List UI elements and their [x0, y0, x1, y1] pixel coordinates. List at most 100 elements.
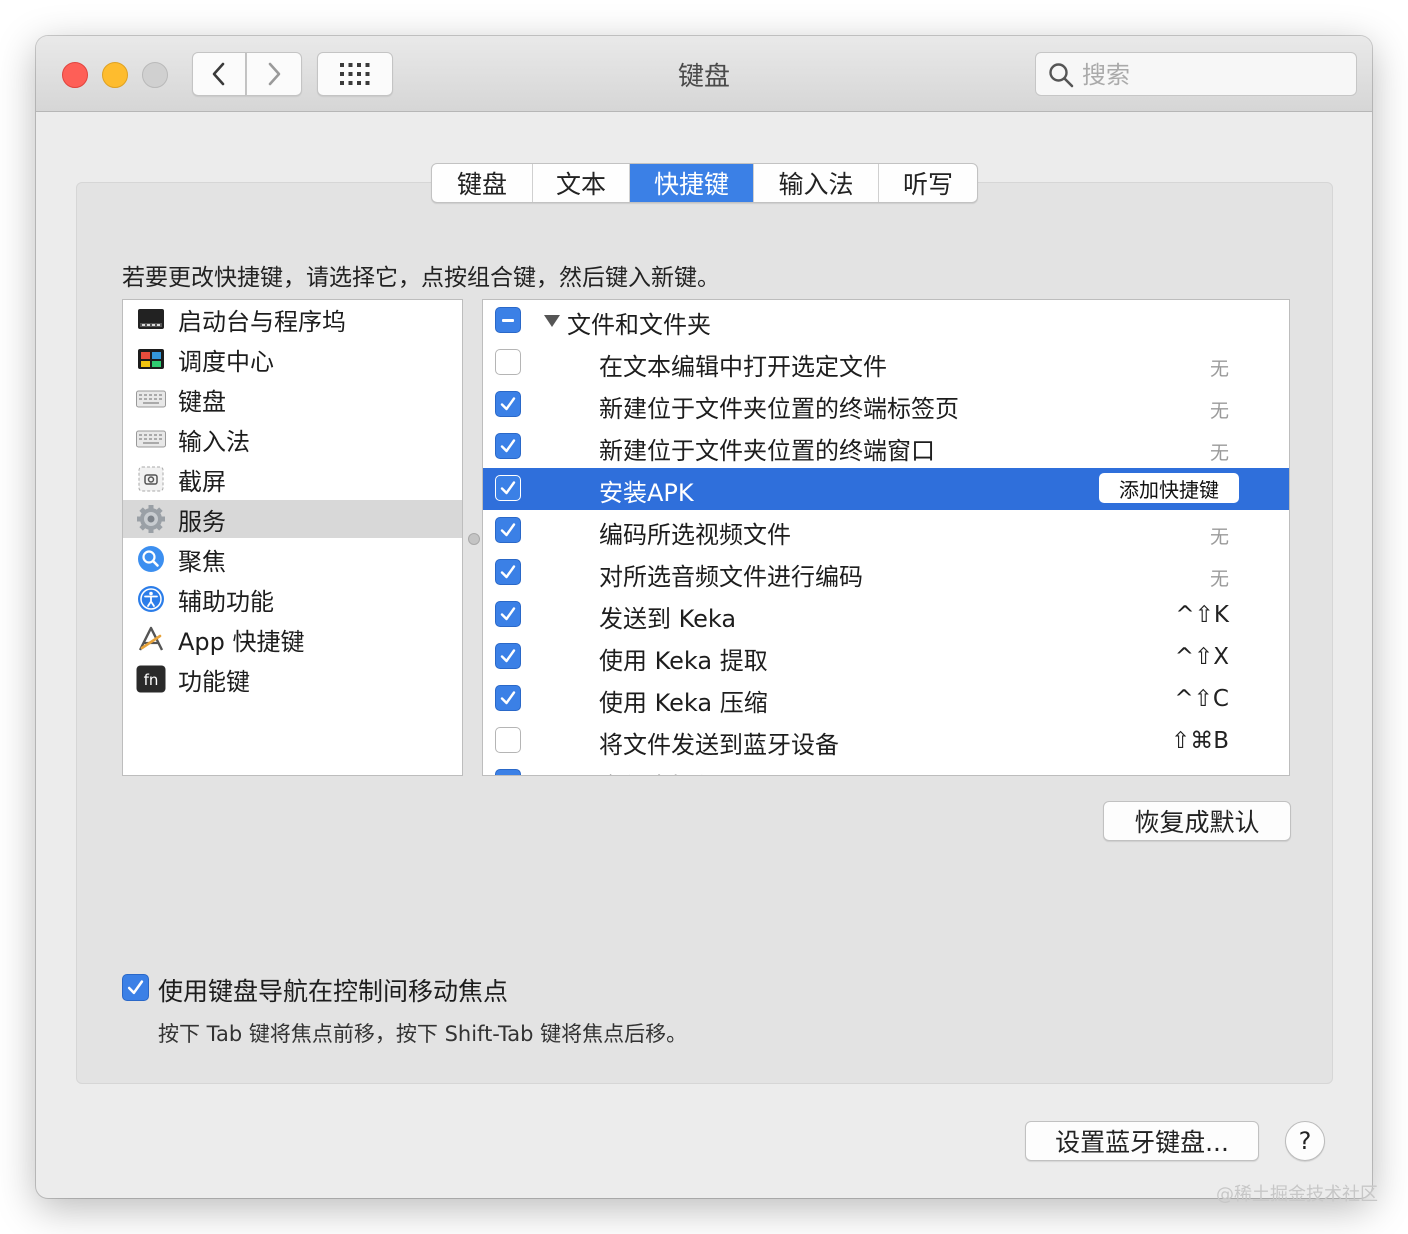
category-item-function-keys[interactable]: fn 功能键 [123, 660, 462, 698]
shortcut-checkbox[interactable] [495, 769, 521, 775]
shortcut-row[interactable]: 文件夹操作设置 [483, 762, 1289, 775]
shortcut-label: 新建位于文件夹位置的终端标签页 [599, 395, 959, 423]
category-item-launchpad[interactable]: 启动台与程序坞 [123, 300, 462, 338]
shortcut-label: 新建位于文件夹位置的终端窗口 [599, 437, 935, 465]
category-label: 输入法 [178, 427, 250, 456]
shortcut-row[interactable]: 发送到 Keka ^⇧K [483, 594, 1289, 636]
shortcut-keys[interactable]: 无 [1210, 522, 1229, 549]
checkmark-icon [500, 439, 516, 453]
shortcut-label: 将文件发送到蓝牙设备 [599, 731, 839, 759]
shortcut-checkbox[interactable] [495, 433, 521, 459]
setup-bluetooth-keyboard-button[interactable]: 设置蓝牙键盘... [1025, 1121, 1259, 1161]
restore-defaults-button[interactable]: 恢复成默认 [1103, 801, 1291, 841]
mission-control-icon [136, 344, 166, 374]
category-item-mission-control[interactable]: 调度中心 [123, 340, 462, 378]
fn-key-icon: fn [136, 664, 166, 694]
shortcut-row[interactable]: 在文本编辑中打开选定文件 无 [483, 342, 1289, 384]
shortcut-checkbox[interactable] [495, 559, 521, 585]
shortcut-row[interactable]: 将文件发送到蓝牙设备 ⇧⌘B [483, 720, 1289, 762]
tab-bar: 键盘 文本 快捷键 输入法 听写 [431, 163, 978, 203]
category-label: 服务 [178, 507, 226, 536]
shortcut-checkbox[interactable] [495, 601, 521, 627]
category-item-input-sources[interactable]: 输入法 [123, 420, 462, 458]
disclosure-triangle-icon[interactable] [543, 314, 561, 328]
category-list: 启动台与程序坞 调度中心 键盘 输入法 截屏 服务 聚焦 辅助功能 App 快捷… [122, 299, 463, 776]
category-item-app-shortcuts[interactable]: App 快捷键 [123, 620, 462, 658]
shortcut-row[interactable]: 对所选音频文件进行编码 无 [483, 552, 1289, 594]
shortcut-row[interactable]: 使用 Keka 压缩 ^⇧C [483, 678, 1289, 720]
shortcut-checkbox[interactable] [495, 517, 521, 543]
tab-dictation[interactable]: 听写 [879, 164, 977, 202]
shortcut-keys[interactable]: 无 [1210, 438, 1229, 465]
tab-text[interactable]: 文本 [533, 164, 630, 202]
shortcut-group-row[interactable]: 文件和文件夹 [483, 300, 1289, 342]
svg-text:fn: fn [144, 671, 159, 689]
shortcut-label: 对所选音频文件进行编码 [599, 563, 863, 591]
accessibility-icon [136, 584, 166, 614]
launchpad-dock-icon [136, 304, 166, 334]
add-shortcut-button[interactable]: 添加快捷键 [1099, 473, 1239, 503]
shortcut-keys[interactable]: ^⇧X [1175, 644, 1229, 670]
category-item-spotlight[interactable]: 聚焦 [123, 540, 462, 578]
group-label: 文件和文件夹 [567, 311, 711, 339]
checkmark-icon [500, 523, 516, 537]
shortcut-label: 使用 Keka 压缩 [599, 689, 768, 717]
category-label: 聚焦 [178, 547, 226, 576]
title-bar: 键盘 [36, 36, 1372, 112]
tab-shortcuts[interactable]: 快捷键 [630, 164, 754, 202]
keyboard-navigation-label[interactable]: 使用键盘导航在控制间移动焦点 [158, 972, 508, 1008]
category-label: App 快捷键 [178, 627, 305, 656]
shortcut-row[interactable]: 使用 Keka 提取 ^⇧X [483, 636, 1289, 678]
search-icon [1049, 63, 1074, 88]
category-label: 辅助功能 [178, 587, 274, 616]
search-field[interactable] [1035, 52, 1357, 97]
shortcut-checkbox[interactable] [495, 391, 521, 417]
tab-input-sources[interactable]: 输入法 [754, 164, 879, 202]
category-item-keyboard[interactable]: 键盘 [123, 380, 462, 418]
shortcut-row[interactable]: 编码所选视频文件 无 [483, 510, 1289, 552]
keyboard-icon [136, 384, 166, 414]
checkmark-icon [500, 565, 516, 579]
shortcut-keys[interactable]: ^⇧K [1175, 602, 1229, 628]
shortcut-label: 使用 Keka 提取 [599, 647, 768, 675]
keyboard-navigation-checkbox[interactable] [122, 974, 149, 1001]
checkmark-icon [127, 980, 144, 995]
shortcut-keys[interactable]: 无 [1210, 564, 1229, 591]
shortcut-row-selected[interactable]: 安装APK 添加快捷键 [483, 468, 1289, 510]
watermark-text: @稀土掘金技术社区 [1216, 1184, 1378, 1205]
category-label: 启动台与程序坞 [178, 307, 346, 336]
shortcut-checkbox[interactable] [495, 475, 521, 501]
shortcut-checkbox[interactable] [495, 349, 521, 375]
shortcut-keys[interactable]: 无 [1210, 396, 1229, 423]
category-item-screenshots[interactable]: 截屏 [123, 460, 462, 498]
shortcut-label: 发送到 Keka [599, 605, 737, 633]
shortcut-keys[interactable]: ^⇧C [1174, 686, 1229, 712]
services-gear-icon [136, 504, 166, 534]
shortcut-label: 在文本编辑中打开选定文件 [599, 353, 887, 381]
search-input[interactable] [1080, 53, 1344, 97]
tab-keyboard[interactable]: 键盘 [432, 164, 533, 202]
screenshot-icon [136, 464, 166, 494]
shortcut-row[interactable]: 新建位于文件夹位置的终端标签页 无 [483, 384, 1289, 426]
category-item-services[interactable]: 服务 [123, 500, 462, 538]
app-shortcuts-icon [136, 624, 166, 654]
checkmark-icon [500, 649, 516, 663]
shortcut-row[interactable]: 新建位于文件夹位置的终端窗口 无 [483, 426, 1289, 468]
category-label: 调度中心 [178, 347, 274, 376]
group-checkbox[interactable] [495, 307, 521, 333]
checkmark-icon [500, 607, 516, 621]
shortcut-keys[interactable]: 无 [1210, 354, 1229, 381]
preferences-window: 键盘 键盘 文本 快捷键 输入法 听写 若要更改快捷键，请选择它，点按组合键，然… [36, 36, 1372, 1198]
split-view-handle[interactable] [468, 533, 480, 545]
shortcut-checkbox[interactable] [495, 643, 521, 669]
shortcut-checkbox[interactable] [495, 685, 521, 711]
shortcut-list: 文件和文件夹 在文本编辑中打开选定文件 无 新建位于文件夹位置的终端标签页 无 … [482, 299, 1290, 776]
shortcut-checkbox[interactable] [495, 727, 521, 753]
spotlight-icon [136, 544, 166, 574]
category-item-accessibility[interactable]: 辅助功能 [123, 580, 462, 618]
help-button[interactable]: ? [1285, 1121, 1325, 1161]
input-source-icon [136, 424, 166, 454]
shortcut-label: 安装APK [599, 479, 694, 507]
shortcut-label: 编码所选视频文件 [599, 521, 791, 549]
shortcut-keys[interactable]: ⇧⌘B [1171, 728, 1229, 754]
